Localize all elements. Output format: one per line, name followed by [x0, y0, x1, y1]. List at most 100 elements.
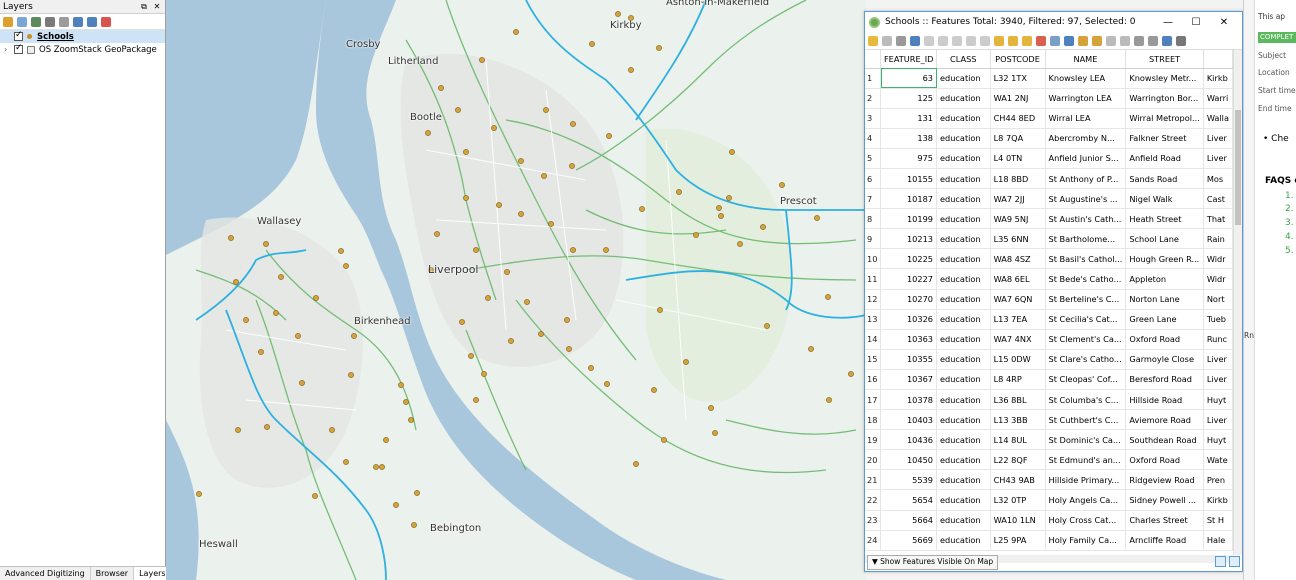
table-row[interactable]: 8 10199 education WA9 5NJ St Austin's Cath..…	[865, 208, 1233, 230]
row-number[interactable]: 2	[865, 88, 882, 109]
table-cell[interactable]: education	[936, 248, 991, 270]
table-cell[interactable]: education	[936, 329, 991, 350]
table-cell[interactable]: Wate	[1203, 449, 1233, 471]
table-cell[interactable]: WA7 2JJ	[990, 188, 1046, 210]
column-header[interactable]: STREET	[1125, 50, 1204, 69]
row-number[interactable]: 14	[865, 329, 882, 350]
row-number[interactable]: 11	[865, 268, 882, 290]
table-cell[interactable]: education	[936, 489, 991, 511]
row-number[interactable]: 17	[865, 389, 882, 411]
cell-feature-id[interactable]: 10187	[880, 188, 937, 210]
table-cell[interactable]: L8 4RP	[990, 369, 1046, 391]
table-cell[interactable]: education	[936, 369, 991, 391]
edit-pencil-icon[interactable]	[868, 35, 878, 46]
table-cell[interactable]: School Lane	[1125, 228, 1204, 250]
table-cell[interactable]: L32 0TP	[990, 489, 1046, 511]
column-header[interactable]: POSTCODE	[990, 50, 1046, 69]
table-row[interactable]: 2 125 education WA1 2NJ Warrington LEA Warrin…	[865, 88, 1233, 109]
table-cell[interactable]: Wirral LEA	[1045, 108, 1127, 129]
table-cell[interactable]: Falkner Street	[1125, 128, 1204, 149]
table-cell[interactable]: Widr	[1203, 268, 1233, 290]
table-cell[interactable]: St Austin's Cath...	[1045, 208, 1127, 230]
cell-feature-id[interactable]: 10199	[880, 208, 937, 230]
table-cell[interactable]: Kirkb	[1203, 489, 1233, 511]
map-svg[interactable]	[166, 0, 866, 580]
row-number[interactable]: 18	[865, 409, 882, 431]
table-cell[interactable]: Liver	[1203, 128, 1233, 149]
table-cell[interactable]: education	[936, 68, 991, 89]
table-cell[interactable]: L8 7QA	[990, 128, 1046, 149]
actions-icon[interactable]	[1176, 35, 1186, 46]
table-cell[interactable]: Liver	[1203, 409, 1233, 431]
cell-feature-id[interactable]: 10378	[880, 389, 937, 411]
zoom-map-icon[interactable]	[1092, 35, 1102, 46]
table-cell[interactable]: education	[936, 530, 991, 551]
chevron-right-icon[interactable]: ›	[4, 45, 12, 54]
tab-advanced-digitizing[interactable]: Advanced Digitizing	[0, 567, 91, 580]
table-cell[interactable]: education	[936, 349, 991, 370]
conditional-formatting-icon[interactable]	[1148, 35, 1158, 46]
table-cell[interactable]: WA8 6EL	[990, 268, 1046, 290]
table-cell[interactable]: Mos	[1203, 168, 1233, 190]
table-cell[interactable]: education	[936, 389, 991, 411]
table-cell[interactable]: St Bede's Catho...	[1045, 268, 1127, 290]
table-row[interactable]: 22 5654 education L32 0TP Holy Angels Ca... S…	[865, 489, 1233, 511]
table-row[interactable]: 23 5664 education WA10 1LN Holy Cross Cat...…	[865, 510, 1233, 531]
table-cell[interactable]: Huyt	[1203, 429, 1233, 451]
table-cell[interactable]: Huyt	[1203, 389, 1233, 411]
cell-feature-id[interactable]: 10355	[880, 349, 937, 370]
field-calculator-icon[interactable]	[1134, 35, 1144, 46]
table-cell[interactable]: Hough Green R...	[1125, 248, 1204, 270]
table-cell[interactable]: Sidney Powell ...	[1125, 489, 1204, 511]
delete-feature-icon[interactable]	[938, 35, 948, 46]
table-cell[interactable]: WA9 5NJ	[990, 208, 1046, 230]
table-cell[interactable]: Runc	[1203, 329, 1233, 350]
table-cell[interactable]: Liver	[1203, 369, 1233, 391]
table-cell[interactable]: education	[936, 128, 991, 149]
table-row[interactable]: 16 10367 education L8 4RP St Cleopas' Cof...…	[865, 369, 1233, 391]
table-cell[interactable]: education	[936, 168, 991, 190]
table-cell[interactable]: education	[936, 289, 991, 310]
table-cell[interactable]: Southdean Road	[1125, 429, 1204, 451]
table-cell[interactable]: Warrington LEA	[1045, 88, 1127, 109]
table-cell[interactable]: St Basil's Cathol...	[1045, 248, 1127, 270]
table-cell[interactable]: education	[936, 88, 991, 109]
table-row[interactable]: 19 10436 education L14 8UL St Dominic's Ca..…	[865, 429, 1233, 451]
table-cell[interactable]: Knowsley Metr...	[1125, 68, 1204, 89]
table-cell[interactable]: CH44 8ED	[990, 108, 1046, 129]
collapse-all-icon[interactable]	[87, 16, 97, 27]
table-cell[interactable]: Hillside Primary...	[1045, 469, 1127, 491]
table-cell[interactable]: Arncliffe Road	[1125, 530, 1204, 551]
table-cell[interactable]: St Bartholome...	[1045, 228, 1127, 250]
row-number[interactable]: 4	[865, 128, 882, 149]
table-cell[interactable]: education	[936, 469, 991, 491]
table-cell[interactable]: Tueb	[1203, 309, 1233, 330]
table-row[interactable]: 4 138 education L8 7QA Abercromby N... Falkne…	[865, 128, 1233, 149]
faq-link[interactable]: 5.	[1285, 246, 1294, 256]
cell-feature-id[interactable]: 10225	[880, 248, 937, 270]
layer-item-zoomstack[interactable]: › OS ZoomStack GeoPackage	[0, 43, 165, 56]
cell-feature-id[interactable]: 125	[880, 88, 937, 109]
column-header[interactable]: NAME	[1045, 50, 1127, 69]
table-row[interactable]: 1 63 education L32 1TX Knowsley LEA Knowsley …	[865, 68, 1233, 89]
table-cell[interactable]: L13 7EA	[990, 309, 1046, 330]
row-number[interactable]: 19	[865, 429, 882, 451]
cell-feature-id[interactable]: 63	[880, 68, 937, 89]
table-cell[interactable]: Abercromby N...	[1045, 128, 1127, 149]
table-cell[interactable]: Anfield Junior S...	[1045, 148, 1127, 169]
table-row[interactable]: 9 10213 education L35 6NN St Bartholome... Sc…	[865, 228, 1233, 250]
table-cell[interactable]: Knowsley LEA	[1045, 68, 1127, 89]
table-cell[interactable]: L4 0TN	[990, 148, 1046, 169]
cell-feature-id[interactable]: 10367	[880, 369, 937, 391]
multi-edit-icon[interactable]	[882, 35, 892, 46]
cell-feature-id[interactable]: 10326	[880, 309, 937, 330]
table-cell[interactable]: WA7 4NX	[990, 329, 1046, 350]
table-cell[interactable]: education	[936, 208, 991, 230]
table-cell[interactable]: education	[936, 268, 991, 290]
add-feature-icon[interactable]	[924, 35, 934, 46]
table-cell[interactable]: Green Lane	[1125, 309, 1204, 330]
copy-icon[interactable]	[966, 35, 976, 46]
table-cell[interactable]: Walla	[1203, 108, 1233, 129]
minimize-button[interactable]: —	[1154, 17, 1182, 28]
table-cell[interactable]: education	[936, 228, 991, 250]
